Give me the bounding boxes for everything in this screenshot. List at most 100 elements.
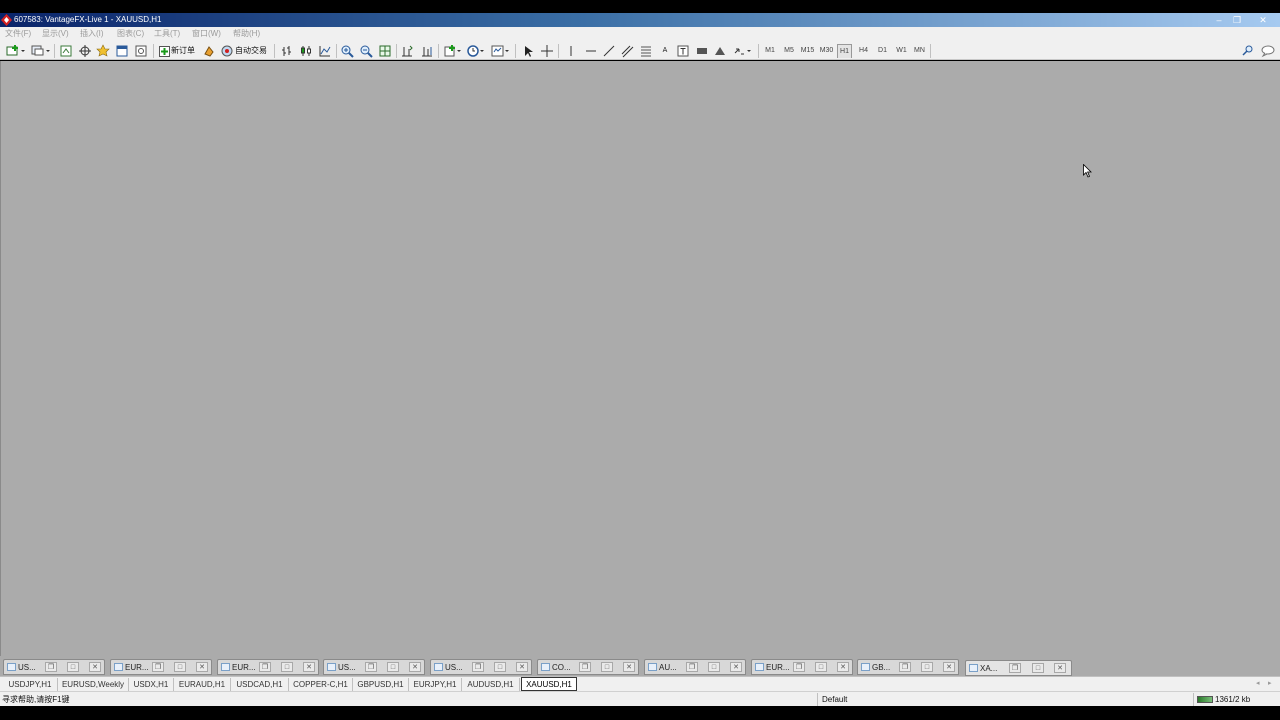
tab-usdjpy-h1[interactable]: USDJPY,H1 bbox=[3, 678, 58, 691]
maximize-window-button[interactable]: □ bbox=[281, 662, 293, 672]
chart-shift-button[interactable] bbox=[420, 44, 434, 58]
fibonacci-button[interactable] bbox=[639, 44, 653, 58]
menu-view[interactable]: 显示(V) bbox=[42, 28, 69, 40]
minimized-chart-window[interactable]: EUR... ❐ □ ✕ bbox=[217, 659, 319, 675]
restore-window-button[interactable]: ❐ bbox=[899, 662, 911, 672]
maximize-window-button[interactable]: □ bbox=[1032, 663, 1044, 673]
crosshair-tool-button[interactable] bbox=[540, 44, 554, 58]
minimized-chart-window[interactable]: CO... ❐ □ ✕ bbox=[537, 659, 639, 675]
triangle-button[interactable] bbox=[713, 44, 727, 58]
tab-audusd-h1[interactable]: AUDUSD,H1 bbox=[462, 678, 520, 691]
search-button[interactable] bbox=[1241, 44, 1255, 58]
restore-window-button[interactable]: ❐ bbox=[45, 662, 57, 672]
strategy-tester-button[interactable] bbox=[134, 44, 148, 58]
minimized-chart-window[interactable]: XA... ❐ □ ✕ bbox=[965, 660, 1072, 676]
tab-usdcad-h1[interactable]: USDCAD,H1 bbox=[231, 678, 289, 691]
text-tool-button[interactable]: A bbox=[658, 44, 672, 58]
close-window-button[interactable]: ✕ bbox=[196, 662, 208, 672]
period-m30-button[interactable]: M30 bbox=[818, 44, 835, 58]
rectangle-button[interactable] bbox=[695, 44, 709, 58]
period-mn-button[interactable]: MN bbox=[912, 44, 927, 58]
menu-tools[interactable]: 工具(T) bbox=[154, 28, 180, 40]
periodicity-button[interactable] bbox=[466, 44, 486, 58]
line-chart-button[interactable] bbox=[318, 44, 332, 58]
menu-insert[interactable]: 插入(I) bbox=[80, 28, 104, 40]
maximize-window-button[interactable]: □ bbox=[708, 662, 720, 672]
tab-scroll-right-icon[interactable]: ▸ bbox=[1268, 679, 1272, 687]
minimized-chart-window[interactable]: US... ❐ □ ✕ bbox=[323, 659, 425, 675]
restore-window-button[interactable]: ❐ bbox=[793, 662, 805, 672]
minimize-button[interactable]: – bbox=[1210, 13, 1228, 27]
tab-eurjpy-h1[interactable]: EURJPY,H1 bbox=[409, 678, 462, 691]
maximize-window-button[interactable]: □ bbox=[174, 662, 186, 672]
minimized-chart-window[interactable]: US... ❐ □ ✕ bbox=[3, 659, 105, 675]
maximize-window-button[interactable]: □ bbox=[815, 662, 827, 672]
restore-window-button[interactable]: ❐ bbox=[259, 662, 271, 672]
period-m15-button[interactable]: M15 bbox=[799, 44, 816, 58]
chart-workspace[interactable] bbox=[0, 61, 1280, 656]
vertical-line-button[interactable] bbox=[564, 44, 578, 58]
close-window-button[interactable]: ✕ bbox=[303, 662, 315, 672]
title-bar[interactable]: 607583: VantageFX-Live 1 - XAUUSD,H1 – ❐… bbox=[0, 13, 1280, 27]
candlestick-button[interactable] bbox=[299, 44, 313, 58]
close-window-button[interactable]: ✕ bbox=[409, 662, 421, 672]
close-window-button[interactable]: ✕ bbox=[1054, 663, 1066, 673]
cursor-tool-button[interactable] bbox=[521, 44, 535, 58]
period-h1-button[interactable]: H1 bbox=[837, 44, 852, 58]
indicators-button[interactable] bbox=[443, 44, 463, 58]
tab-usdx-h1[interactable]: USDX,H1 bbox=[129, 678, 174, 691]
tab-gbpusd-h1[interactable]: GBPUSD,H1 bbox=[353, 678, 409, 691]
auto-trading-button[interactable]: 自动交易 bbox=[220, 44, 270, 58]
tab-scroll-left-icon[interactable]: ◂ bbox=[1256, 679, 1260, 687]
minimized-chart-window[interactable]: EUR... ❐ □ ✕ bbox=[751, 659, 853, 675]
maximize-window-button[interactable]: □ bbox=[494, 662, 506, 672]
trendline-button[interactable] bbox=[602, 44, 616, 58]
close-button[interactable]: ✕ bbox=[1254, 13, 1272, 27]
navigator-button[interactable] bbox=[96, 44, 110, 58]
restore-window-button[interactable]: ❐ bbox=[579, 662, 591, 672]
maximize-window-button[interactable]: □ bbox=[601, 662, 613, 672]
period-d1-button[interactable]: D1 bbox=[875, 44, 890, 58]
menu-charts[interactable]: 图表(C) bbox=[117, 28, 144, 40]
close-window-button[interactable]: ✕ bbox=[943, 662, 955, 672]
zoom-out-button[interactable] bbox=[359, 44, 373, 58]
restore-window-button[interactable]: ❐ bbox=[152, 662, 164, 672]
profiles-button[interactable] bbox=[31, 44, 51, 58]
period-w1-button[interactable]: W1 bbox=[894, 44, 909, 58]
zoom-in-button[interactable] bbox=[340, 44, 354, 58]
minimized-chart-window[interactable]: EUR... ❐ □ ✕ bbox=[110, 659, 212, 675]
close-window-button[interactable]: ✕ bbox=[623, 662, 635, 672]
maximize-window-button[interactable]: □ bbox=[921, 662, 933, 672]
tab-copper-c-h1[interactable]: COPPER-C,H1 bbox=[289, 678, 353, 691]
close-window-button[interactable]: ✕ bbox=[516, 662, 528, 672]
data-window-button[interactable] bbox=[78, 44, 92, 58]
tile-windows-button[interactable] bbox=[378, 44, 392, 58]
terminal-button[interactable] bbox=[115, 44, 129, 58]
close-window-button[interactable]: ✕ bbox=[89, 662, 101, 672]
close-window-button[interactable]: ✕ bbox=[837, 662, 849, 672]
minimized-chart-window[interactable]: US... ❐ □ ✕ bbox=[430, 659, 532, 675]
metaeditor-button[interactable] bbox=[202, 44, 216, 58]
auto-scroll-button[interactable] bbox=[400, 44, 414, 58]
new-chart-button[interactable] bbox=[6, 44, 26, 58]
tab-xauusd-h1[interactable]: XAUUSD,H1 bbox=[521, 677, 577, 691]
restore-window-button[interactable]: ❐ bbox=[686, 662, 698, 672]
period-m5-button[interactable]: M5 bbox=[781, 44, 797, 58]
restore-window-button[interactable]: ❐ bbox=[365, 662, 377, 672]
text-label-button[interactable] bbox=[676, 44, 690, 58]
arrows-button[interactable] bbox=[733, 44, 753, 58]
maximize-window-button[interactable]: □ bbox=[67, 662, 79, 672]
menu-help[interactable]: 帮助(H) bbox=[233, 28, 260, 40]
horizontal-line-button[interactable] bbox=[584, 44, 598, 58]
equidistant-channel-button[interactable] bbox=[620, 44, 634, 58]
menu-window[interactable]: 窗口(W) bbox=[192, 28, 221, 40]
market-watch-button[interactable] bbox=[59, 44, 73, 58]
restore-window-button[interactable]: ❐ bbox=[472, 662, 484, 672]
period-m1-button[interactable]: M1 bbox=[762, 44, 778, 58]
close-window-button[interactable]: ✕ bbox=[730, 662, 742, 672]
period-h4-button[interactable]: H4 bbox=[856, 44, 871, 58]
minimized-chart-window[interactable]: GB... ❐ □ ✕ bbox=[857, 659, 959, 675]
templates-button[interactable] bbox=[491, 44, 511, 58]
new-order-button[interactable]: 新订单 bbox=[158, 44, 198, 58]
restore-button[interactable]: ❐ bbox=[1228, 13, 1246, 27]
